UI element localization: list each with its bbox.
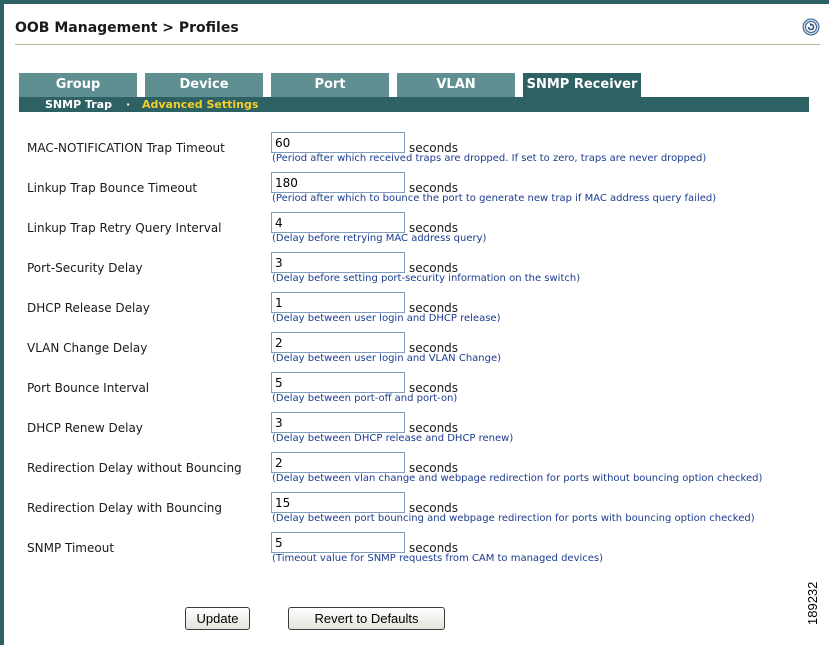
snmp-timeout-input[interactable]: [271, 532, 405, 553]
field-hint: (Delay before retrying MAC address query…: [272, 233, 487, 244]
field-hint: (Period after which to bounce the port t…: [272, 193, 717, 204]
tab-group[interactable]: Group: [19, 73, 137, 97]
tab-port[interactable]: Port: [271, 73, 389, 97]
field-hint: (Delay between user login and VLAN Chang…: [272, 353, 502, 364]
field-hint: (Delay between DHCP release and DHCP ren…: [272, 433, 514, 444]
field-label: MAC-NOTIFICATION Trap Timeout: [27, 141, 225, 155]
tab-bar: Group Device Port VLAN SNMP Receiver: [19, 73, 809, 97]
field-label: DHCP Release Delay: [27, 301, 150, 315]
field-label: Redirection Delay without Bouncing: [27, 461, 242, 475]
field-label: VLAN Change Delay: [27, 341, 148, 355]
port-bounce-interval-input[interactable]: [271, 372, 405, 393]
figure-id: 189232: [805, 581, 820, 625]
field-row-linkup-trap-bounce-timeout: Linkup Trap Bounce Timeout seconds (Peri…: [0, 172, 829, 220]
linkup-trap-retry-query-interval-input[interactable]: [271, 212, 405, 233]
field-label: DHCP Renew Delay: [27, 421, 143, 435]
revert-to-defaults-button[interactable]: Revert to Defaults: [288, 607, 445, 630]
field-hint: (Delay between port bouncing and webpage…: [272, 513, 755, 524]
field-label: Redirection Delay with Bouncing: [27, 501, 223, 515]
field-row-redirection-delay-without-bouncing: Redirection Delay without Bouncing secon…: [0, 452, 829, 500]
vlan-change-delay-input[interactable]: [271, 332, 405, 353]
tab-device[interactable]: Device: [145, 73, 263, 97]
field-hint: (Delay between port-off and port-on): [272, 393, 458, 404]
field-label: Linkup Trap Bounce Timeout: [27, 181, 198, 195]
field-row-port-security-delay: Port-Security Delay seconds (Delay befor…: [0, 252, 829, 300]
field-row-dhcp-release-delay: DHCP Release Delay seconds (Delay betwee…: [0, 292, 829, 340]
linkup-trap-bounce-timeout-input[interactable]: [271, 172, 405, 193]
title-divider: [15, 44, 820, 45]
field-row-dhcp-renew-delay: DHCP Renew Delay seconds (Delay between …: [0, 412, 829, 460]
dhcp-release-delay-input[interactable]: [271, 292, 405, 313]
field-hint: (Delay between user login and DHCP relea…: [272, 313, 501, 324]
page-title: OOB Management > Profiles: [15, 20, 239, 36]
field-label: Port Bounce Interval: [27, 381, 150, 395]
field-hint: (Period after which received traps are d…: [272, 153, 707, 164]
field-row-redirection-delay-with-bouncing: Redirection Delay with Bouncing seconds …: [0, 492, 829, 540]
update-button[interactable]: Update: [185, 607, 250, 630]
subnav-separator: ·: [126, 98, 131, 111]
subnav-advanced-settings[interactable]: Advanced Settings: [142, 97, 258, 112]
field-row-linkup-trap-retry-query-interval: Linkup Trap Retry Query Interval seconds…: [0, 212, 829, 260]
field-row-snmp-timeout: SNMP Timeout seconds (Timeout value for …: [0, 532, 829, 580]
dhcp-renew-delay-input[interactable]: [271, 412, 405, 433]
field-hint: (Timeout value for SNMP requests from CA…: [272, 553, 604, 564]
sub-navigation: SNMP Trap · Advanced Settings: [19, 97, 809, 112]
field-label: Linkup Trap Retry Query Interval: [27, 221, 222, 235]
redirection-delay-with-bouncing-input[interactable]: [271, 492, 405, 513]
subnav-snmp-trap[interactable]: SNMP Trap: [45, 97, 112, 112]
redirection-delay-without-bouncing-input[interactable]: [271, 452, 405, 473]
field-label: SNMP Timeout: [27, 541, 115, 555]
field-hint: (Delay before setting port-security info…: [272, 273, 581, 284]
tab-snmp-receiver[interactable]: SNMP Receiver: [523, 73, 641, 97]
top-border: [0, 0, 829, 4]
tab-vlan[interactable]: VLAN: [397, 73, 515, 97]
field-row-port-bounce-interval: Port Bounce Interval seconds (Delay betw…: [0, 372, 829, 420]
mac-notification-trap-timeout-input[interactable]: [271, 132, 405, 153]
field-hint: (Delay between vlan change and webpage r…: [272, 473, 763, 484]
help-refresh-icon[interactable]: [802, 18, 820, 36]
field-row-mac-notification-trap-timeout: MAC-NOTIFICATION Trap Timeout seconds (P…: [0, 132, 829, 180]
port-security-delay-input[interactable]: [271, 252, 405, 273]
field-row-vlan-change-delay: VLAN Change Delay seconds (Delay between…: [0, 332, 829, 380]
field-label: Port-Security Delay: [27, 261, 143, 275]
